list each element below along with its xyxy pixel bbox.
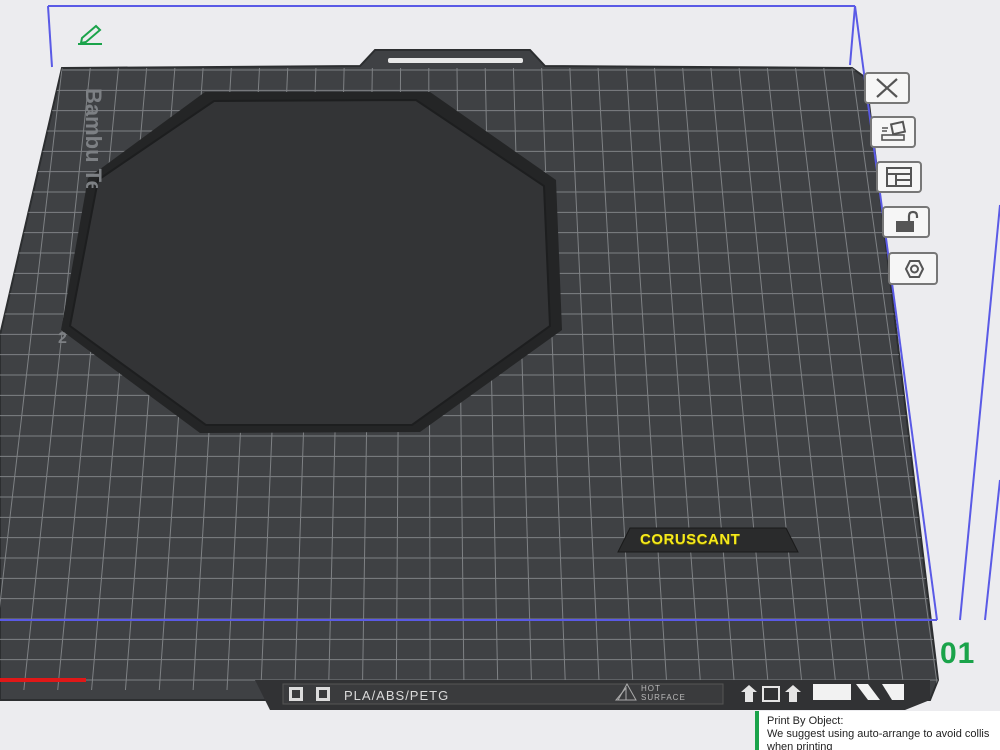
- auto-orient-button[interactable]: [870, 116, 916, 148]
- notice-message-cont: when printing: [767, 741, 833, 750]
- plate-side-number: 2: [58, 330, 67, 347]
- close-plate-button[interactable]: [864, 72, 910, 104]
- filament-type-label: PLA/ABS/PETG: [344, 688, 450, 703]
- close-icon: [876, 78, 898, 98]
- plate-settings-button[interactable]: [888, 252, 938, 285]
- hot-surface-line2: SURFACE: [641, 693, 686, 702]
- orient-icon: [881, 120, 907, 141]
- notice-title: Print By Object:: [767, 715, 844, 727]
- build-plate-viewport[interactable]: [0, 0, 1000, 750]
- plate-brand-label-container: Bambu Te: [70, 88, 110, 188]
- arrange-button[interactable]: [876, 161, 922, 193]
- hex-nut-icon: [904, 259, 925, 278]
- plate-number-label: 01: [940, 637, 976, 670]
- lock-icon: [896, 210, 919, 232]
- hot-surface-warning: HOT SURFACE: [641, 684, 686, 702]
- arrange-icon: [886, 167, 912, 187]
- model-label-text: CORUSCANT: [640, 531, 741, 548]
- hot-surface-line1: HOT: [641, 684, 661, 693]
- plate-brand-label: Bambu Te: [81, 88, 106, 188]
- lock-plate-button[interactable]: [882, 206, 930, 238]
- notice-message: We suggest using auto-arrange to avoid c…: [767, 728, 990, 740]
- octagon-tray-model[interactable]: [61, 92, 562, 433]
- edit-plate-name-icon[interactable]: [74, 22, 106, 46]
- print-by-object-notice: Print By Object: We suggest using auto-a…: [755, 711, 1000, 750]
